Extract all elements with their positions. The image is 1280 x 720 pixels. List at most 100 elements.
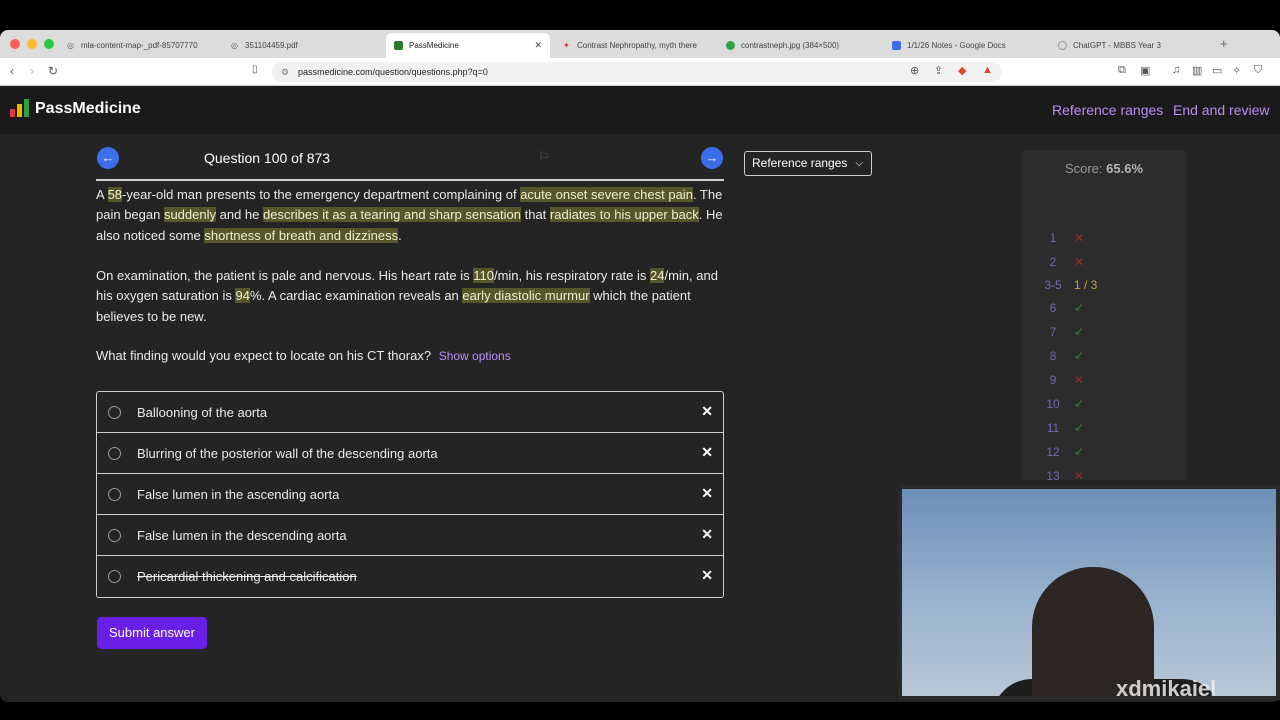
question-stem-paragraph-1: A 58-year-old man presents to the emerge…: [96, 187, 723, 243]
score-row[interactable]: 1 ✕: [1022, 231, 1186, 251]
score-row[interactable]: 8 ✓: [1022, 349, 1186, 369]
close-tab-icon[interactable]: ✕: [534, 40, 542, 51]
maximize-window-button[interactable]: [44, 39, 54, 49]
incorrect-icon: ✕: [1074, 373, 1085, 387]
score-row[interactable]: 6 ✓: [1022, 301, 1186, 321]
tab-contrastneph-image[interactable]: contrastneph.jpg (384×500): [718, 33, 878, 58]
correct-icon: ✓: [1074, 349, 1085, 363]
site-header: PassMedicine Reference ranges End and re…: [0, 86, 1280, 134]
strike-option-icon[interactable]: ✕: [701, 444, 713, 461]
tab-title: mla-content-map-_pdf-85707770: [81, 41, 198, 50]
tab-title: contrastneph.jpg (384×500): [741, 41, 840, 50]
previous-question-button[interactable]: ←: [97, 147, 119, 169]
strike-option-icon[interactable]: ✕: [701, 526, 713, 543]
radio-button[interactable]: [108, 570, 121, 583]
window-controls: [10, 39, 54, 49]
answer-option[interactable]: Pericardial thickening and calcification…: [97, 556, 723, 597]
strike-option-icon[interactable]: ✕: [701, 485, 713, 502]
tab-chatgpt[interactable]: ChatGPT - MBBS Year 3: [1050, 33, 1210, 58]
docs-icon: [892, 41, 901, 50]
reference-ranges-dropdown[interactable]: Reference ranges ⌵: [744, 151, 872, 176]
tab-google-docs[interactable]: 1/1/26 Notes - Google Docs: [884, 33, 1044, 58]
site-info-icon[interactable]: ⚙: [281, 62, 289, 82]
option-label: False lumen in the descending aorta: [137, 528, 347, 543]
score-value: 65.6%: [1106, 161, 1144, 176]
new-tab-button[interactable]: +: [1220, 36, 1228, 51]
tab-pdf[interactable]: ◎ 351104459.pdf: [222, 33, 382, 58]
question-prompt: What finding would you expect to locate …: [96, 348, 511, 363]
question-counter: Question 100 of 873: [204, 150, 331, 166]
brave-rewards-icon[interactable]: ▲: [982, 64, 993, 76]
score-row[interactable]: 10 ✓: [1022, 397, 1186, 417]
next-question-button[interactable]: →: [701, 147, 723, 169]
score-row[interactable]: 7 ✓: [1022, 325, 1186, 345]
share-icon[interactable]: ⇪: [934, 64, 943, 77]
incorrect-icon: ✕: [1074, 469, 1085, 483]
url-text: passmedicine.com/question/questions.php?…: [298, 67, 488, 77]
score-row[interactable]: 3-5 1 / 3: [1022, 278, 1186, 298]
screenshot-icon[interactable]: ▣: [1140, 64, 1150, 77]
minimize-window-button[interactable]: [27, 39, 37, 49]
answer-option[interactable]: Ballooning of the aorta ✕: [97, 392, 723, 433]
tab-passmedicine[interactable]: PassMedicine ✕: [386, 33, 550, 58]
divider: [96, 179, 724, 181]
option-label: Blurring of the posterior wall of the de…: [137, 446, 438, 461]
radio-button[interactable]: [108, 529, 121, 542]
back-icon[interactable]: ‹: [10, 64, 14, 78]
score-row[interactable]: 11 ✓: [1022, 421, 1186, 441]
tab-title: 1/1/26 Notes - Google Docs: [907, 41, 1006, 50]
option-label-struck: Pericardial thickening and calcification: [137, 569, 357, 584]
incorrect-icon: ✕: [1074, 255, 1085, 269]
dropdown-label: Reference ranges: [752, 156, 848, 170]
zoom-icon[interactable]: ⊕: [910, 64, 919, 77]
forward-icon[interactable]: ›: [30, 64, 34, 78]
correct-icon: ✓: [1074, 421, 1085, 435]
tab-mla-content-map[interactable]: ◎ mla-content-map-_pdf-85707770: [58, 33, 218, 58]
answer-options: Ballooning of the aorta ✕ Blurring of th…: [96, 391, 724, 598]
passmedicine-logo-icon[interactable]: [10, 99, 29, 117]
brave-shield-icon[interactable]: ◆: [958, 64, 966, 77]
globe-icon: ◎: [231, 41, 238, 50]
correct-icon: ✓: [1074, 397, 1085, 411]
question-stem-paragraph-2: On examination, the patient is pale and …: [96, 268, 718, 324]
flag-icon[interactable]: ⚐: [538, 149, 550, 165]
extensions-icon[interactable]: ⧉: [1118, 64, 1126, 77]
tab-bar: ◎ mla-content-map-_pdf-85707770 ◎ 351104…: [0, 30, 1280, 58]
end-and-review-link[interactable]: End and review: [1173, 102, 1270, 118]
media-icon[interactable]: ♫: [1172, 64, 1180, 76]
image-icon: [726, 41, 735, 50]
brand-name[interactable]: PassMedicine: [35, 100, 141, 118]
radio-button[interactable]: [108, 447, 121, 460]
wallet-icon[interactable]: ▭: [1212, 64, 1222, 77]
answer-option[interactable]: False lumen in the descending aorta ✕: [97, 515, 723, 556]
prompt-text: What finding would you expect to locate …: [96, 348, 432, 363]
tab-title: PassMedicine: [409, 41, 459, 50]
vpn-icon[interactable]: ⛉: [1254, 64, 1262, 77]
strike-option-icon[interactable]: ✕: [701, 567, 713, 584]
score-row[interactable]: 12 ✓: [1022, 445, 1186, 465]
correct-icon: ✓: [1074, 445, 1085, 459]
close-window-button[interactable]: [10, 39, 20, 49]
tab-contrast-nephropathy[interactable]: ✦ Contrast Nephropathy, myth there: [554, 33, 714, 58]
runner-icon: ✦: [563, 41, 570, 50]
score-summary: Score: 65.6%: [1022, 161, 1186, 176]
url-field[interactable]: ⚙ passmedicine.com/question/questions.ph…: [272, 62, 1002, 82]
bookmark-icon[interactable]: ▯: [252, 64, 258, 75]
score-label: Score:: [1064, 161, 1103, 176]
radio-button[interactable]: [108, 488, 121, 501]
partial-score: 1 / 3: [1074, 278, 1098, 292]
passmedicine-icon: [394, 41, 403, 50]
score-row[interactable]: 2 ✕: [1022, 255, 1186, 275]
radio-button[interactable]: [108, 406, 121, 419]
reload-icon[interactable]: ↻: [48, 64, 58, 78]
answer-option[interactable]: False lumen in the ascending aorta ✕: [97, 474, 723, 515]
strike-option-icon[interactable]: ✕: [701, 403, 713, 420]
submit-answer-button[interactable]: Submit answer: [97, 617, 207, 649]
show-options-link[interactable]: Show options: [439, 349, 511, 363]
tab-title: Contrast Nephropathy, myth there: [577, 41, 697, 50]
reference-ranges-link[interactable]: Reference ranges: [1052, 102, 1163, 118]
leo-icon[interactable]: ✧: [1232, 64, 1241, 77]
sidebar-icon[interactable]: ▥: [1192, 64, 1202, 77]
answer-option[interactable]: Blurring of the posterior wall of the de…: [97, 433, 723, 474]
score-row[interactable]: 9 ✕: [1022, 373, 1186, 393]
